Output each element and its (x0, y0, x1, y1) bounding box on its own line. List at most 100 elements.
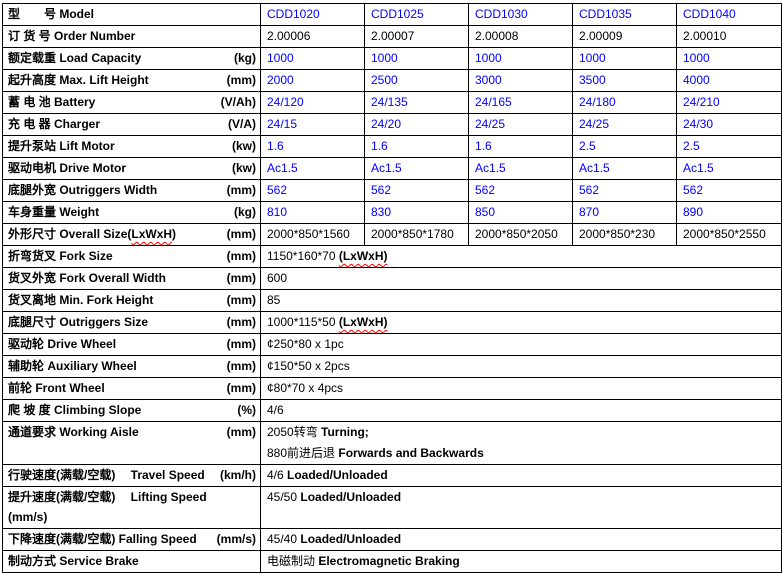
row-unit: (kw) (232, 158, 256, 178)
value-segment: Forwards and Backwards (338, 446, 483, 460)
row-label: 制动方式 Service Brake (8, 551, 139, 571)
row-label-segment: 下降速度(满载/空载) Falling Speed (8, 532, 197, 546)
value-text: 1000 (267, 51, 294, 65)
table-row: 爬 坡 度 Climbing Slope(%)4/6 (3, 400, 782, 422)
value-cell: 24/180 (573, 92, 677, 114)
row-unit: (mm) (227, 356, 256, 376)
value-cell-merged: 4/6 Loaded/Unloaded (261, 465, 782, 487)
value-cell: Ac1.5 (365, 158, 469, 180)
value-text: 1.6 (267, 139, 284, 153)
value-cell: 810 (261, 202, 365, 224)
row-label-segment: 蓄 电 池 Battery (8, 95, 95, 109)
value-cell: 1000 (365, 48, 469, 70)
row-label: 蓄 电 池 Battery (8, 92, 95, 112)
value-text: 1000 (579, 51, 606, 65)
table-row: 通道要求 Working Aisle(mm)2050转弯 Turning;880… (3, 422, 782, 465)
table-row: 提升泵站 Lift Motor(kw)1.61.61.62.52.5 (3, 136, 782, 158)
row-label-cell: 驱动轮 Drive Wheel(mm) (3, 334, 261, 356)
row-unit: (mm) (227, 422, 256, 442)
row-label-segment: 提升泵站 Lift Motor (8, 139, 115, 153)
value-line: 880前进后退 Forwards and Backwards (267, 443, 777, 464)
value-text: Ac1.5 (475, 161, 506, 175)
value-cell: 24/165 (469, 92, 573, 114)
value-segment: (LxWxH) (339, 249, 388, 263)
row-label: 额定载重 Load Capacity (8, 48, 141, 68)
value-text: 2000*850*1780 (371, 227, 454, 241)
value-cell: 562 (573, 180, 677, 202)
value-cell: 1.6 (261, 136, 365, 158)
value-cell: 2.00008 (469, 26, 573, 48)
table-row: 蓄 电 池 Battery(V/Ah)24/12024/13524/16524/… (3, 92, 782, 114)
row-label-segment: 外形尺寸 Overall Size( (8, 227, 131, 241)
row-label: 驱动轮 Drive Wheel (8, 334, 116, 354)
value-text: Ac1.5 (683, 161, 714, 175)
table-row: 提升速度(满载/空载) Lifting Speed(mm/s)45/50 Loa… (3, 487, 782, 529)
value-text: Ac1.5 (267, 161, 298, 175)
row-label-segment: 订 货 号 Order Number (8, 29, 135, 43)
table-row: 订 货 号 Order Number2.000062.000072.000082… (3, 26, 782, 48)
value-text: 24/210 (683, 95, 720, 109)
value-cell-merged: 85 (261, 290, 782, 312)
spec-table: 型 号 ModelCDD1020CDD1025CDD1030CDD1035CDD… (2, 3, 782, 573)
row-label: 充 电 器 Charger (8, 114, 100, 134)
table-row: 前轮 Front Wheel (mm)¢80*70 x 4pcs (3, 378, 782, 400)
row-label: 下降速度(满载/空载) Falling Speed (8, 529, 197, 549)
value-cell-merged: 45/40 Loaded/Unloaded (261, 529, 782, 551)
value-cell: 2500 (365, 70, 469, 92)
value-line: ¢150*50 x 2pcs (267, 356, 777, 377)
value-text: 850 (475, 205, 495, 219)
value-text: 2.00006 (267, 29, 310, 43)
table-row: 货叉外宽 Fork Overall Width(mm)600 (3, 268, 782, 290)
value-segment: 600 (267, 271, 287, 285)
value-cell-merged: 电磁制动 Electromagnetic Braking (261, 551, 782, 573)
row-label: 起升高度 Max. Lift Height (8, 70, 149, 90)
value-segment: Loaded/Unloaded (287, 468, 388, 482)
row-unit: (V/A) (228, 114, 256, 134)
row-label-segment: 货叉外宽 Fork Overall Width (8, 271, 166, 285)
value-cell: CDD1040 (677, 4, 782, 26)
value-text: 562 (683, 183, 703, 197)
value-text: Ac1.5 (371, 161, 402, 175)
row-label-cell: 车身重量 Weight(kg) (3, 202, 261, 224)
value-cell-merged: 2050转弯 Turning;880前进后退 Forwards and Back… (261, 422, 782, 465)
value-cell: 1000 (261, 48, 365, 70)
value-cell: 2000*850*2050 (469, 224, 573, 246)
row-unit: (mm) (227, 312, 256, 332)
row-label-cell: 折弯货叉 Fork Size(mm) (3, 246, 261, 268)
row-label-cell: 底腿尺寸 Outriggers Size(mm) (3, 312, 261, 334)
value-cell: 3000 (469, 70, 573, 92)
row-unit: (V/Ah) (221, 92, 256, 112)
row-label-cell: 额定载重 Load Capacity(kg) (3, 48, 261, 70)
value-cell-merged: ¢80*70 x 4pcs (261, 378, 782, 400)
row-label-segment: 行驶速度(满载/空载) Travel Speed (8, 468, 205, 482)
row-label: 型 号 Model (8, 4, 94, 24)
value-cell: 24/25 (573, 114, 677, 136)
table-row: 起升高度 Max. Lift Height(mm)200025003000350… (3, 70, 782, 92)
row-label: 行驶速度(满载/空载) Travel Speed (8, 465, 205, 485)
value-segment: 1000*115*50 (267, 315, 339, 329)
value-text: 24/25 (579, 117, 609, 131)
table-row: 外形尺寸 Overall Size(LxWxH)(mm)2000*850*156… (3, 224, 782, 246)
row-unit: (mm) (227, 290, 256, 310)
value-text: 2000*850*1560 (267, 227, 350, 241)
value-line: 电磁制动 Electromagnetic Braking (267, 551, 777, 572)
value-cell: 2.00009 (573, 26, 677, 48)
row-label-cell: 蓄 电 池 Battery (V/Ah) (3, 92, 261, 114)
row-label-segment: 前轮 Front Wheel (8, 381, 105, 395)
value-cell: 24/135 (365, 92, 469, 114)
value-cell: 2000*850*1560 (261, 224, 365, 246)
value-line: 4/6 Loaded/Unloaded (267, 465, 777, 486)
row-label-segment: 折弯货叉 Fork Size (8, 249, 113, 263)
row-unit: (mm) (227, 378, 256, 398)
value-line: 85 (267, 290, 777, 311)
value-line: 45/40 Loaded/Unloaded (267, 529, 777, 550)
value-text: CDD1020 (267, 7, 320, 21)
value-segment: 1150*160*70 (267, 249, 339, 263)
value-cell-merged: ¢150*50 x 2pcs (261, 356, 782, 378)
value-cell: 830 (365, 202, 469, 224)
value-cell: 562 (365, 180, 469, 202)
table-row: 底腿外宽 Outriggers Width(mm)562562562562562 (3, 180, 782, 202)
table-row: 折弯货叉 Fork Size(mm) 1150*160*70 (LxWxH) (3, 246, 782, 268)
value-text: 562 (579, 183, 599, 197)
value-text: 870 (579, 205, 599, 219)
